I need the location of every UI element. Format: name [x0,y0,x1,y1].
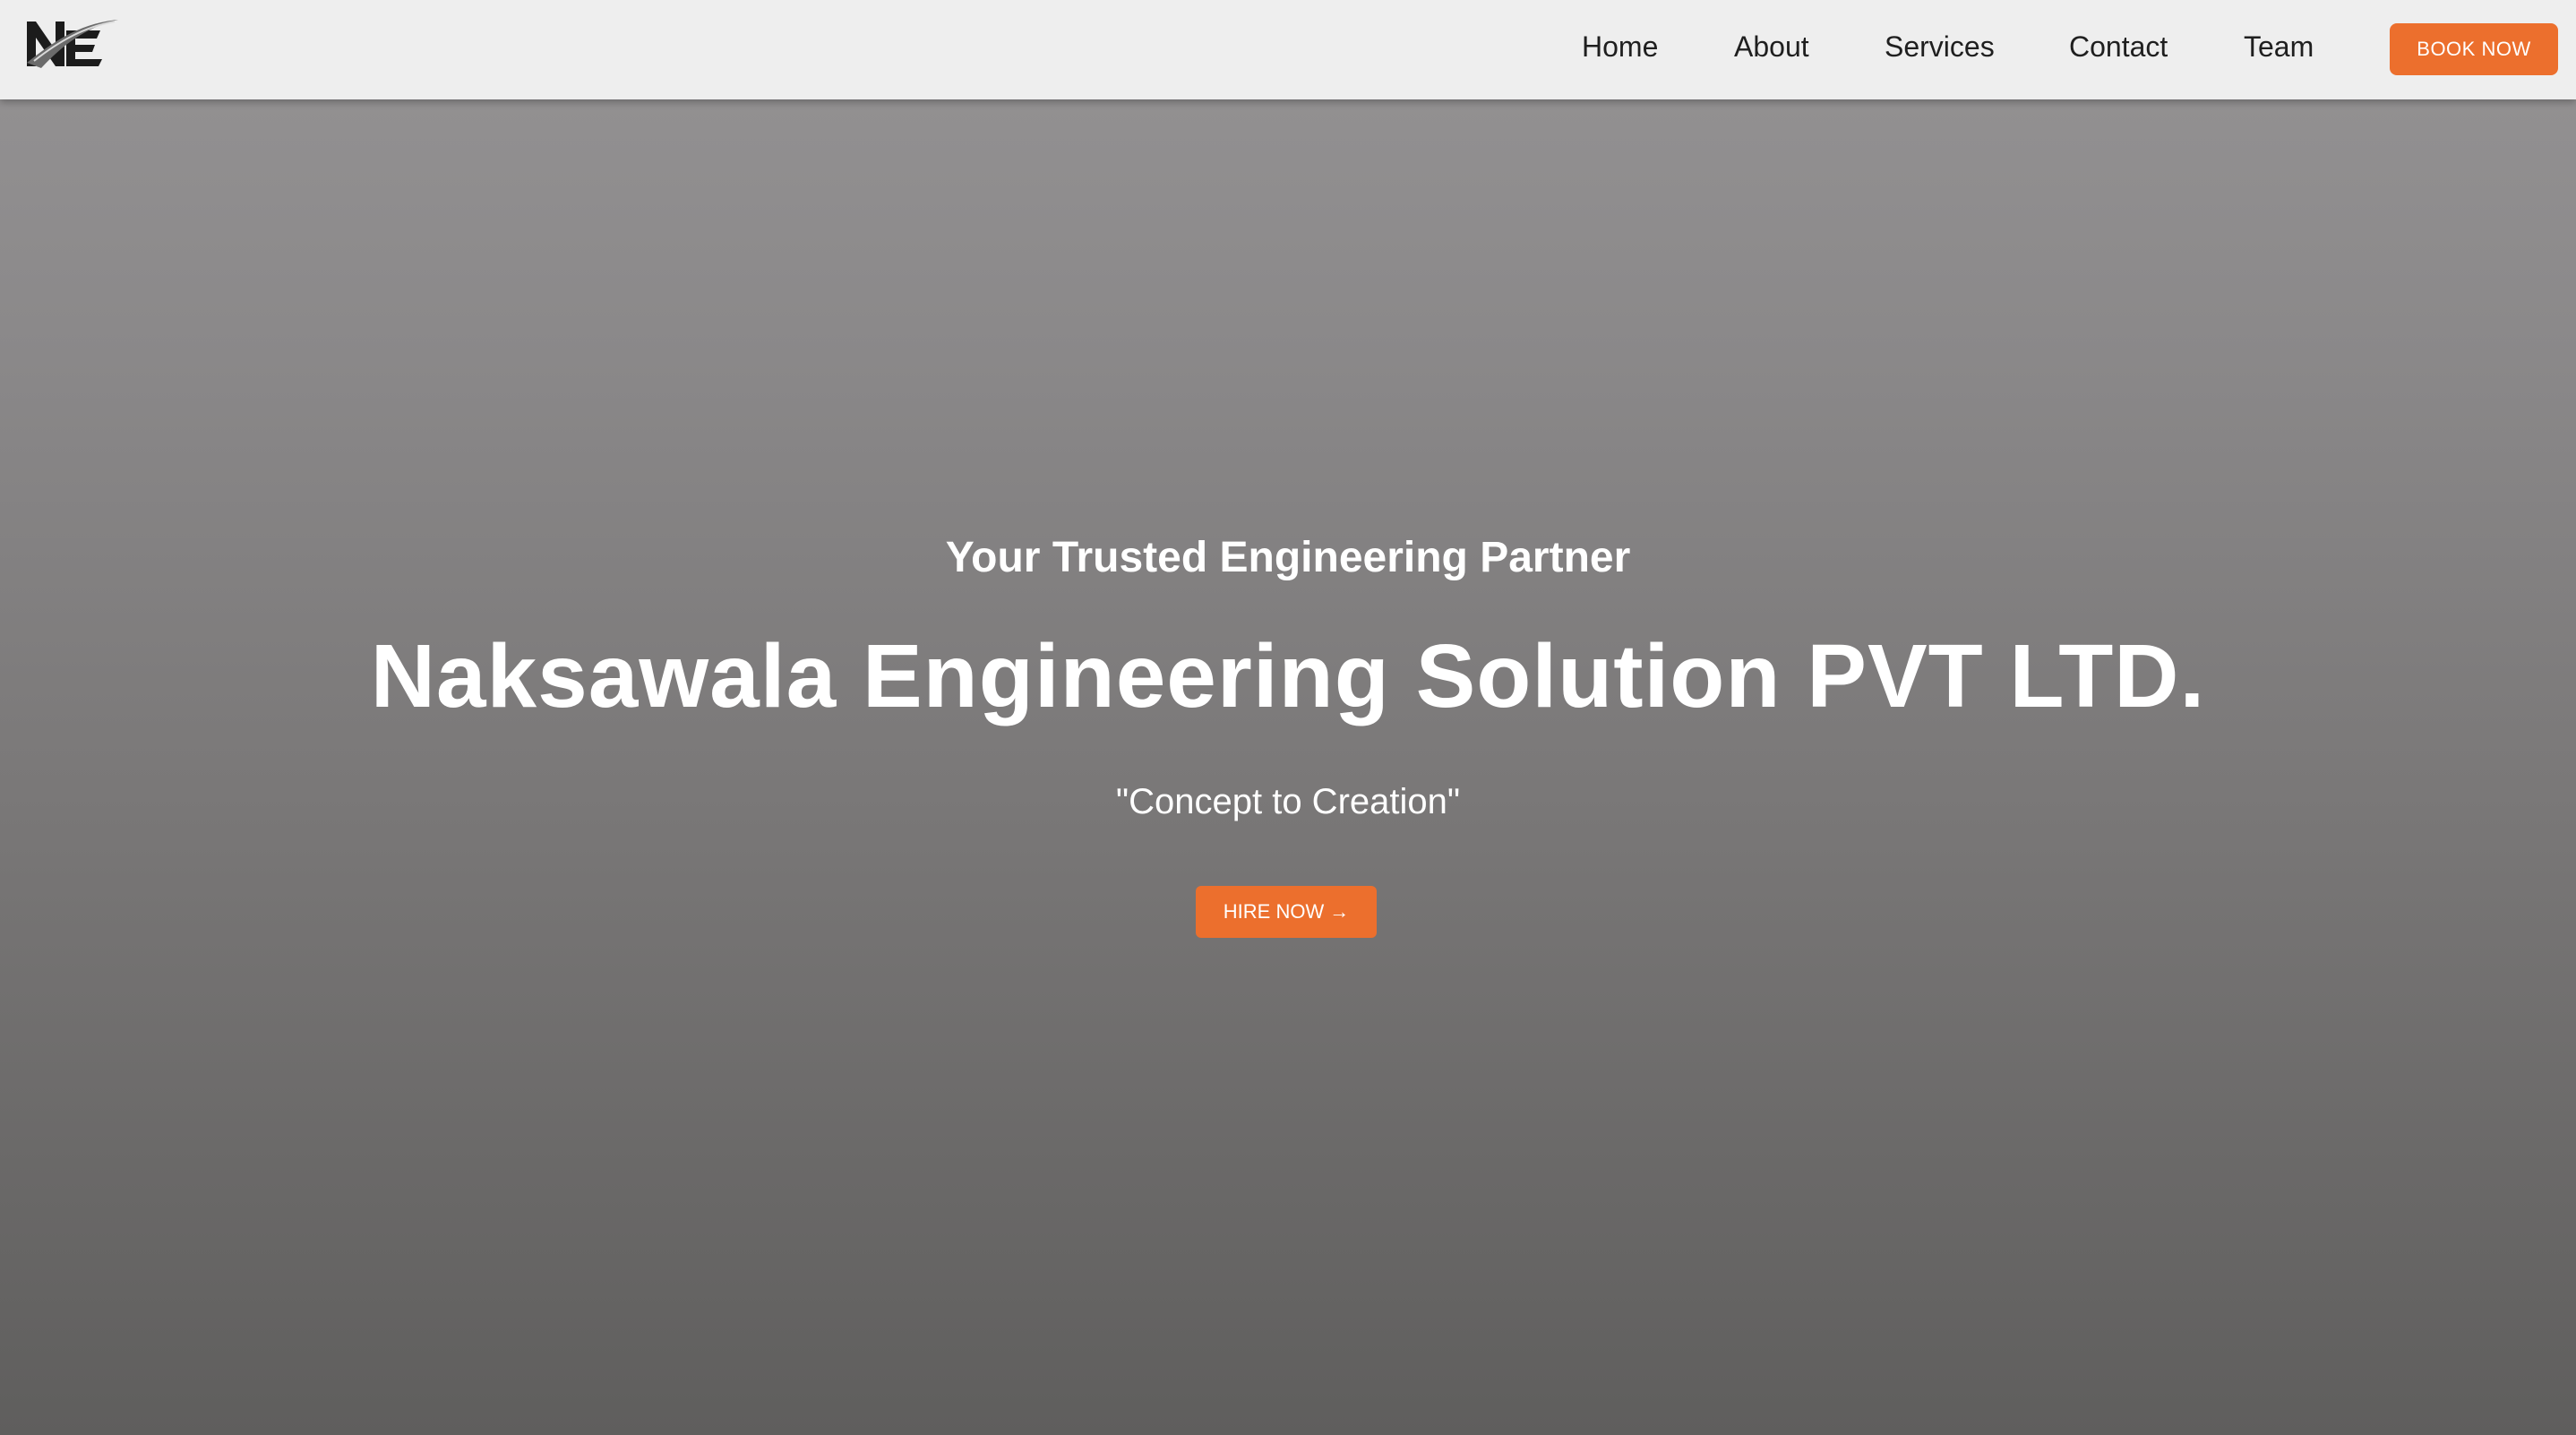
page: Home About Services Contact Team BOOK NO… [0,0,2576,1435]
hire-now-label: HIRE NOW [1223,900,1325,923]
arrow-right-icon: → [1329,900,1350,923]
hero-subtitle: Your Trusted Engineering Partner [945,534,1631,581]
navbar: Home About Services Contact Team BOOK NO… [0,0,2576,99]
nav-services[interactable]: Services [1885,27,1995,66]
logo-icon [27,20,118,68]
hire-now-button[interactable]: HIRE NOW → [1196,886,1377,938]
nav-about[interactable]: About [1734,27,1809,66]
hero-tagline: "Concept to Creation" [1115,782,1461,821]
nav-home[interactable]: Home [1582,27,1658,66]
nav-contact[interactable]: Contact [2069,27,2168,66]
hero-section: Your Trusted Engineering Partner Naksawa… [0,99,2576,1435]
logo[interactable] [25,16,122,70]
nav-team[interactable]: Team [2244,27,2314,66]
book-now-button[interactable]: BOOK NOW [2390,23,2558,75]
hero-headline: Naksawala Engineering Solution PVT LTD. [370,626,2206,726]
